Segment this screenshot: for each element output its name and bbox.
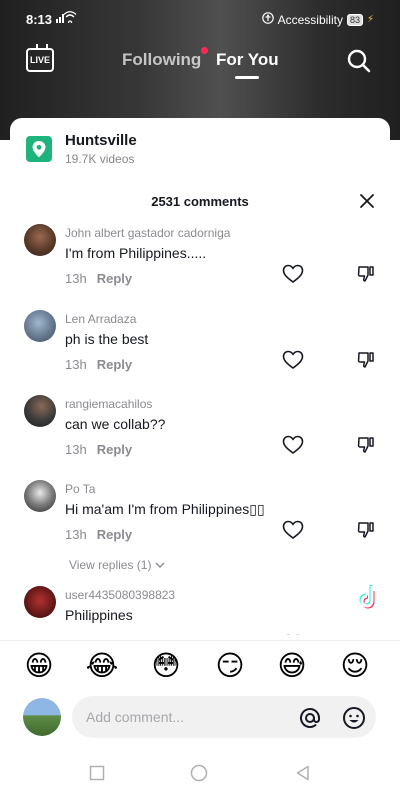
comment-item: rangiemacahilos can we collab?? 13h Reply: [10, 395, 390, 479]
emoji-smirk[interactable]: 😏: [213, 649, 247, 683]
comment-meta: 13h Reply: [65, 442, 132, 457]
close-icon[interactable]: [358, 192, 376, 210]
avatar[interactable]: [24, 224, 56, 256]
watermark-brand: TikTok: [354, 615, 386, 626]
watermark-handle: @...58: [358, 626, 382, 635]
charging-icon: ⚡: [366, 14, 374, 25]
comment-item: user4435080398823 Philippines: [10, 586, 390, 635]
following-notification-dot: [201, 47, 208, 54]
top-navigation: LIVE Following For You: [0, 40, 400, 84]
status-bar: 8:13 Accessibility 83 ⚡: [0, 0, 400, 36]
recent-apps-icon[interactable]: [88, 764, 106, 782]
comment-username[interactable]: Po Ta: [65, 482, 95, 496]
comment-input-box[interactable]: [72, 696, 376, 738]
heart-icon[interactable]: [282, 520, 304, 540]
reply-button[interactable]: Reply: [97, 357, 132, 372]
comment-username[interactable]: rangiemacahilos: [65, 397, 152, 411]
tab-following[interactable]: Following: [122, 50, 201, 70]
comment-text: Hi ma'am I'm from Philippines▯▯: [65, 501, 265, 517]
accessibility-label: Accessibility: [277, 12, 343, 27]
avatar[interactable]: [24, 586, 56, 618]
avatar[interactable]: [24, 310, 56, 342]
active-tab-indicator: [235, 76, 259, 79]
android-navigation-bar: [0, 746, 400, 798]
emoji-picker-icon[interactable]: [342, 706, 366, 730]
comment-item: John albert gastador cadorniga I'm from …: [10, 224, 390, 308]
my-avatar: [23, 698, 61, 736]
reply-button[interactable]: Reply: [97, 442, 132, 457]
comment-time: 13h: [65, 271, 87, 286]
back-icon[interactable]: [294, 764, 312, 782]
emoji-tears-of-joy[interactable]: 😂: [85, 649, 119, 683]
avatar[interactable]: [24, 395, 56, 427]
comment-username[interactable]: user4435080398823: [65, 588, 175, 602]
comment-input[interactable]: [86, 706, 286, 728]
comment-text: Philippines: [65, 607, 133, 623]
tiktok-watermark: TikTok @...58: [344, 582, 396, 640]
add-comment-bar: [0, 690, 400, 746]
location-name: Huntsville: [65, 132, 137, 149]
mention-icon[interactable]: [298, 706, 322, 730]
home-icon[interactable]: [190, 764, 208, 782]
comment-username[interactable]: Len Arradaza: [65, 312, 136, 326]
dislike-icon[interactable]: [356, 264, 376, 284]
avatar[interactable]: [24, 480, 56, 512]
dislike-icon[interactable]: [356, 435, 376, 455]
comment-meta: 13h Reply: [65, 527, 132, 542]
view-replies-button[interactable]: View replies (1): [69, 558, 165, 572]
signal-icon: [56, 11, 84, 26]
location-video-count: 19.7K videos: [65, 152, 135, 166]
emoji-grinning[interactable]: 😁: [22, 649, 56, 683]
status-time: 8:13: [26, 12, 53, 27]
dislike-icon[interactable]: [356, 350, 376, 370]
search-icon[interactable]: [346, 48, 372, 74]
comments-header: 2531 comments: [10, 180, 390, 224]
comment-meta: 13h Reply: [65, 271, 132, 286]
chevron-down-icon: [155, 558, 165, 572]
battery-icon: 83: [346, 13, 363, 26]
view-replies-label: View replies (1): [69, 558, 152, 572]
comment-item: Len Arradaza ph is the best 13h Reply: [10, 310, 390, 394]
comment-item: Po Ta Hi ma'am I'm from Philippines▯▯ 13…: [10, 480, 390, 564]
comment-text: can we collab??: [65, 416, 166, 432]
comment-text: ph is the best: [65, 331, 149, 347]
live-button[interactable]: LIVE: [26, 48, 54, 72]
location-bar[interactable]: Huntsville 19.7K videos: [10, 118, 390, 180]
accessibility-icon: [261, 12, 274, 27]
emoji-flushed[interactable]: 😳: [149, 649, 183, 683]
comment-text: I'm from Philippines.....: [65, 245, 207, 261]
heart-icon[interactable]: [282, 350, 304, 370]
comments-count: 2531 comments: [151, 194, 249, 209]
comment-meta: 13h Reply: [65, 357, 132, 372]
comment-time: 13h: [65, 442, 87, 457]
emoji-sweat-smile[interactable]: 😅: [275, 649, 309, 683]
status-right: Accessibility 83 ⚡: [261, 12, 374, 27]
location-pin-icon: [26, 136, 52, 162]
heart-icon[interactable]: [282, 634, 304, 635]
quick-emoji-row: 😁 😂 😳 😏 😅 😌: [0, 640, 400, 690]
tab-for-you[interactable]: For You: [216, 50, 279, 70]
heart-icon[interactable]: [282, 264, 304, 284]
reply-button[interactable]: Reply: [97, 527, 132, 542]
emoji-relieved[interactable]: 😌: [338, 649, 372, 683]
heart-icon[interactable]: [282, 435, 304, 455]
comments-panel: 2531 comments John albert gastador cador…: [10, 180, 390, 635]
reply-button[interactable]: Reply: [97, 271, 132, 286]
tiktok-logo-icon: [344, 582, 396, 615]
comment-time: 13h: [65, 527, 87, 542]
comment-time: 13h: [65, 357, 87, 372]
dislike-icon[interactable]: [356, 520, 376, 540]
comment-username[interactable]: John albert gastador cadorniga: [65, 226, 230, 240]
